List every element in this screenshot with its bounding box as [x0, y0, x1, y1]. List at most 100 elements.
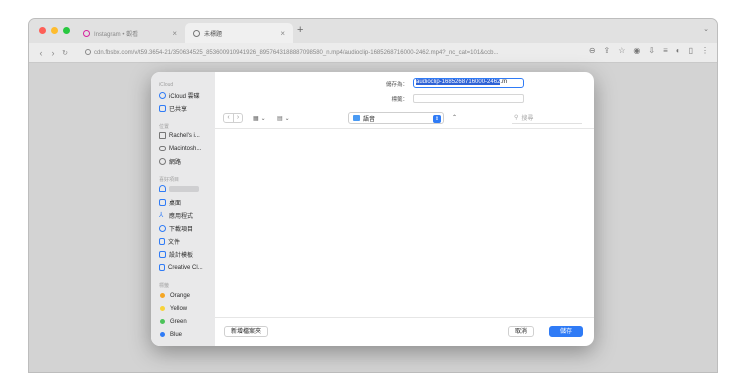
- sidebar-item-desktop[interactable]: 桌面: [159, 197, 213, 208]
- chevron-updown-icon: ⇕: [433, 114, 441, 123]
- sidebar-tag-blue[interactable]: Blue: [159, 329, 213, 340]
- share-icon[interactable]: ⇪: [604, 46, 611, 55]
- forward-button[interactable]: ›: [233, 114, 242, 122]
- filename-extension-text: .m: [500, 79, 508, 85]
- tag-color-dot: [160, 319, 165, 324]
- save-button[interactable]: 儲存: [549, 326, 583, 337]
- zoom-icon[interactable]: ⊖: [589, 46, 596, 55]
- save-dialog: iCloud iCloud 雲碟 已共享 位置 Rachel's i... Ma…: [151, 72, 594, 346]
- applications-icon: ⅄: [159, 212, 164, 219]
- sidebar-item-macintosh[interactable]: Macintosh...: [159, 143, 213, 154]
- cancel-button[interactable]: 取消: [508, 326, 535, 337]
- sidebar-icon[interactable]: ▯: [689, 46, 693, 55]
- sidebar-section-locations: 位置: [159, 124, 170, 130]
- sidebar-item-label: 桌面: [169, 201, 182, 207]
- document-icon: [159, 264, 165, 271]
- sidebar-item-label: 設計模板: [169, 253, 194, 259]
- tab-list-chevron-icon[interactable]: ⌄: [703, 25, 709, 33]
- sidebar-item-label: Creative Cl...: [168, 264, 203, 271]
- chevron-down-icon: ⌄: [260, 115, 266, 122]
- sidebar-item-design-templates[interactable]: 設計模板: [159, 249, 213, 260]
- save-as-label: 儲存為：: [385, 82, 408, 88]
- list-icon: ▤: [277, 115, 283, 122]
- sidebar-item-network[interactable]: 網路: [159, 156, 213, 167]
- sidebar-item-label: iCloud 雲碟: [169, 94, 200, 100]
- location-select[interactable]: 語音 ⇕: [348, 112, 444, 124]
- instagram-icon: [83, 29, 90, 37]
- sidebar-item-label: 文件: [168, 240, 181, 246]
- grid-icon: ▦: [253, 115, 259, 122]
- document-icon: [159, 238, 165, 245]
- tab-label: 未標題: [204, 31, 223, 38]
- filename-input[interactable]: audioclip-1685268716000-2462.m: [413, 78, 524, 88]
- disk-icon: [159, 146, 166, 151]
- close-tab-icon[interactable]: ×: [280, 29, 285, 38]
- filename-selected-text: audioclip-1685268716000-2462: [416, 79, 501, 85]
- more-menu-icon[interactable]: ⋮: [701, 46, 709, 55]
- file-list-area[interactable]: [215, 128, 594, 318]
- sidebar-item-label: Yellow: [170, 305, 188, 312]
- group-view-button[interactable]: ▤ ⌄: [277, 113, 290, 123]
- extension-icon[interactable]: ◉: [633, 46, 640, 55]
- sidebar-item-documents[interactable]: 文件: [159, 236, 213, 247]
- back-button[interactable]: ‹: [35, 48, 47, 58]
- sidebar-item-icloud-drive[interactable]: iCloud 雲碟: [159, 90, 213, 101]
- tag-color-dot: [160, 293, 165, 298]
- address-bar[interactable]: cdn.fbsbx.com/v/t59.3654-21/350634525_85…: [85, 46, 605, 60]
- toolbar-icons: ⊖ ⇪ ☆ ◉ ⇩ ≡ ◐ ▯ ⋮: [589, 46, 709, 55]
- cloud-icon: [159, 92, 166, 99]
- tab-untitled[interactable]: 未標題 ×: [185, 23, 293, 43]
- tab-instagram[interactable]: Instagram • 觀看 ×: [75, 23, 185, 43]
- desktop-icon: [159, 199, 166, 206]
- tag-color-dot: [160, 306, 165, 311]
- close-window-button[interactable]: [39, 27, 46, 34]
- sidebar-item-shared[interactable]: 已共享: [159, 103, 213, 114]
- collapse-chevron-up-icon[interactable]: ⌃: [452, 114, 457, 121]
- tags-label: 標籤：: [391, 97, 408, 103]
- zoom-window-button[interactable]: [63, 27, 70, 34]
- menu-icon[interactable]: ≡: [663, 46, 668, 55]
- history-buttons: ‹ ›: [223, 113, 243, 123]
- minimize-window-button[interactable]: [51, 27, 58, 34]
- sidebar-tag-orange[interactable]: Orange: [159, 290, 213, 301]
- url-text: cdn.fbsbx.com/v/t59.3654-21/350634525_85…: [94, 50, 499, 56]
- tab-bar: Instagram • 觀看 × 未標題 × + ⌄: [29, 19, 717, 43]
- shared-folder-icon: [159, 105, 166, 112]
- sidebar-tag-green[interactable]: Green: [159, 316, 213, 327]
- search-field[interactable]: ⚲ 搜尋: [512, 112, 582, 124]
- globe-icon: [159, 158, 166, 165]
- icon-view-button[interactable]: ▦ ⌄: [253, 113, 266, 123]
- new-folder-button[interactable]: 新增檔案夾: [224, 326, 269, 337]
- sidebar-item-label: 網路: [169, 160, 182, 166]
- close-tab-icon[interactable]: ×: [172, 29, 177, 38]
- sidebar-item-creative-cloud[interactable]: Creative Cl...: [159, 262, 213, 273]
- back-button[interactable]: ‹: [224, 114, 233, 122]
- new-tab-button[interactable]: +: [297, 24, 303, 36]
- sidebar-item-label: Green: [170, 318, 187, 325]
- globe-icon: [193, 29, 200, 37]
- sidebar-item-label: 下載項目: [169, 227, 194, 233]
- home-icon: [159, 185, 166, 192]
- sidebar-item-label: Blue: [170, 331, 183, 338]
- profile-icon[interactable]: ◐: [676, 46, 681, 55]
- forward-button[interactable]: ›: [47, 48, 59, 58]
- sidebar-item-home[interactable]: [159, 183, 213, 194]
- chevron-down-icon: ⌄: [284, 115, 290, 122]
- download-icon[interactable]: ⇩: [648, 46, 655, 55]
- sidebar-item-applications[interactable]: ⅄ 應用程式: [159, 210, 213, 221]
- sidebar-section-tags: 標籤: [159, 283, 170, 289]
- folder-icon: [353, 115, 360, 121]
- folder-icon: [159, 251, 166, 258]
- bookmark-star-icon[interactable]: ☆: [618, 46, 625, 55]
- download-icon: [159, 225, 166, 232]
- dialog-footer: 新增檔案夾 取消 儲存: [215, 319, 594, 346]
- sidebar-item-label: Rachel's i...: [169, 132, 200, 139]
- sidebar-item-iphone[interactable]: Rachel's i...: [159, 130, 213, 141]
- redacted-username: [169, 185, 199, 192]
- reload-button[interactable]: ↻: [59, 49, 71, 57]
- sidebar-tag-yellow[interactable]: Yellow: [159, 303, 213, 314]
- site-info-icon[interactable]: [85, 49, 91, 56]
- tags-input[interactable]: [413, 94, 524, 103]
- sidebar-section-icloud: iCloud: [159, 82, 174, 88]
- sidebar-item-downloads[interactable]: 下載項目: [159, 223, 213, 234]
